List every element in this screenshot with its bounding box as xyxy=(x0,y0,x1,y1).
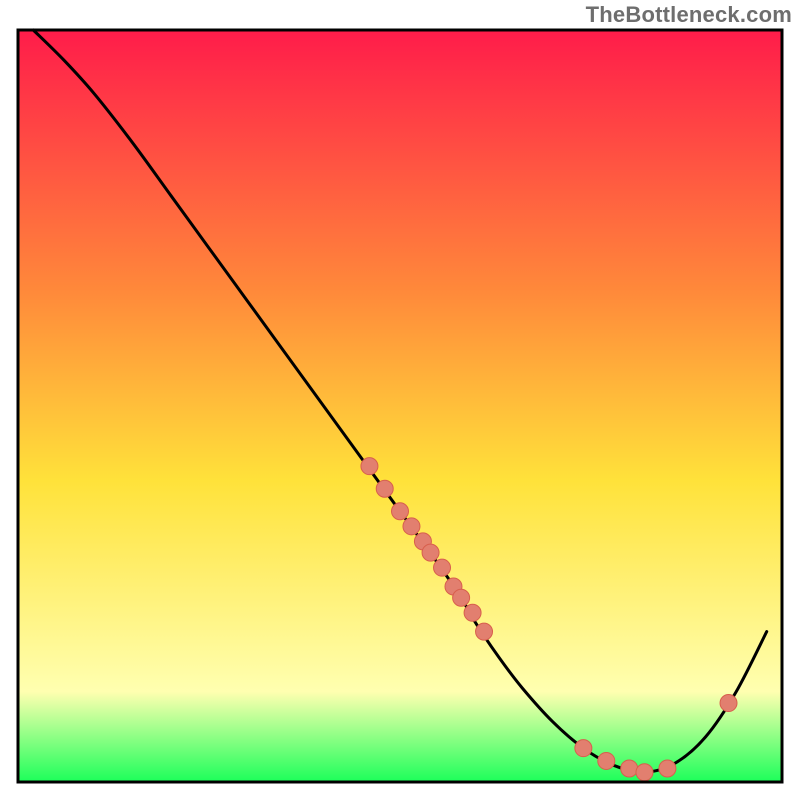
bottleneck-chart xyxy=(0,0,800,800)
curve-marker xyxy=(621,760,638,777)
curve-marker xyxy=(720,695,737,712)
curve-marker xyxy=(434,559,451,576)
curve-marker xyxy=(636,764,653,781)
curve-marker xyxy=(403,518,420,535)
watermark-label: TheBottleneck.com xyxy=(586,2,792,28)
curve-marker xyxy=(598,752,615,769)
curve-marker xyxy=(392,503,409,520)
curve-marker xyxy=(659,760,676,777)
curve-marker xyxy=(476,623,493,640)
curve-marker xyxy=(376,480,393,497)
curve-marker xyxy=(453,589,470,606)
curve-marker xyxy=(464,604,481,621)
curve-marker xyxy=(575,740,592,757)
curve-marker xyxy=(422,544,439,561)
curve-marker xyxy=(361,458,378,475)
chart-stage: TheBottleneck.com xyxy=(0,0,800,800)
